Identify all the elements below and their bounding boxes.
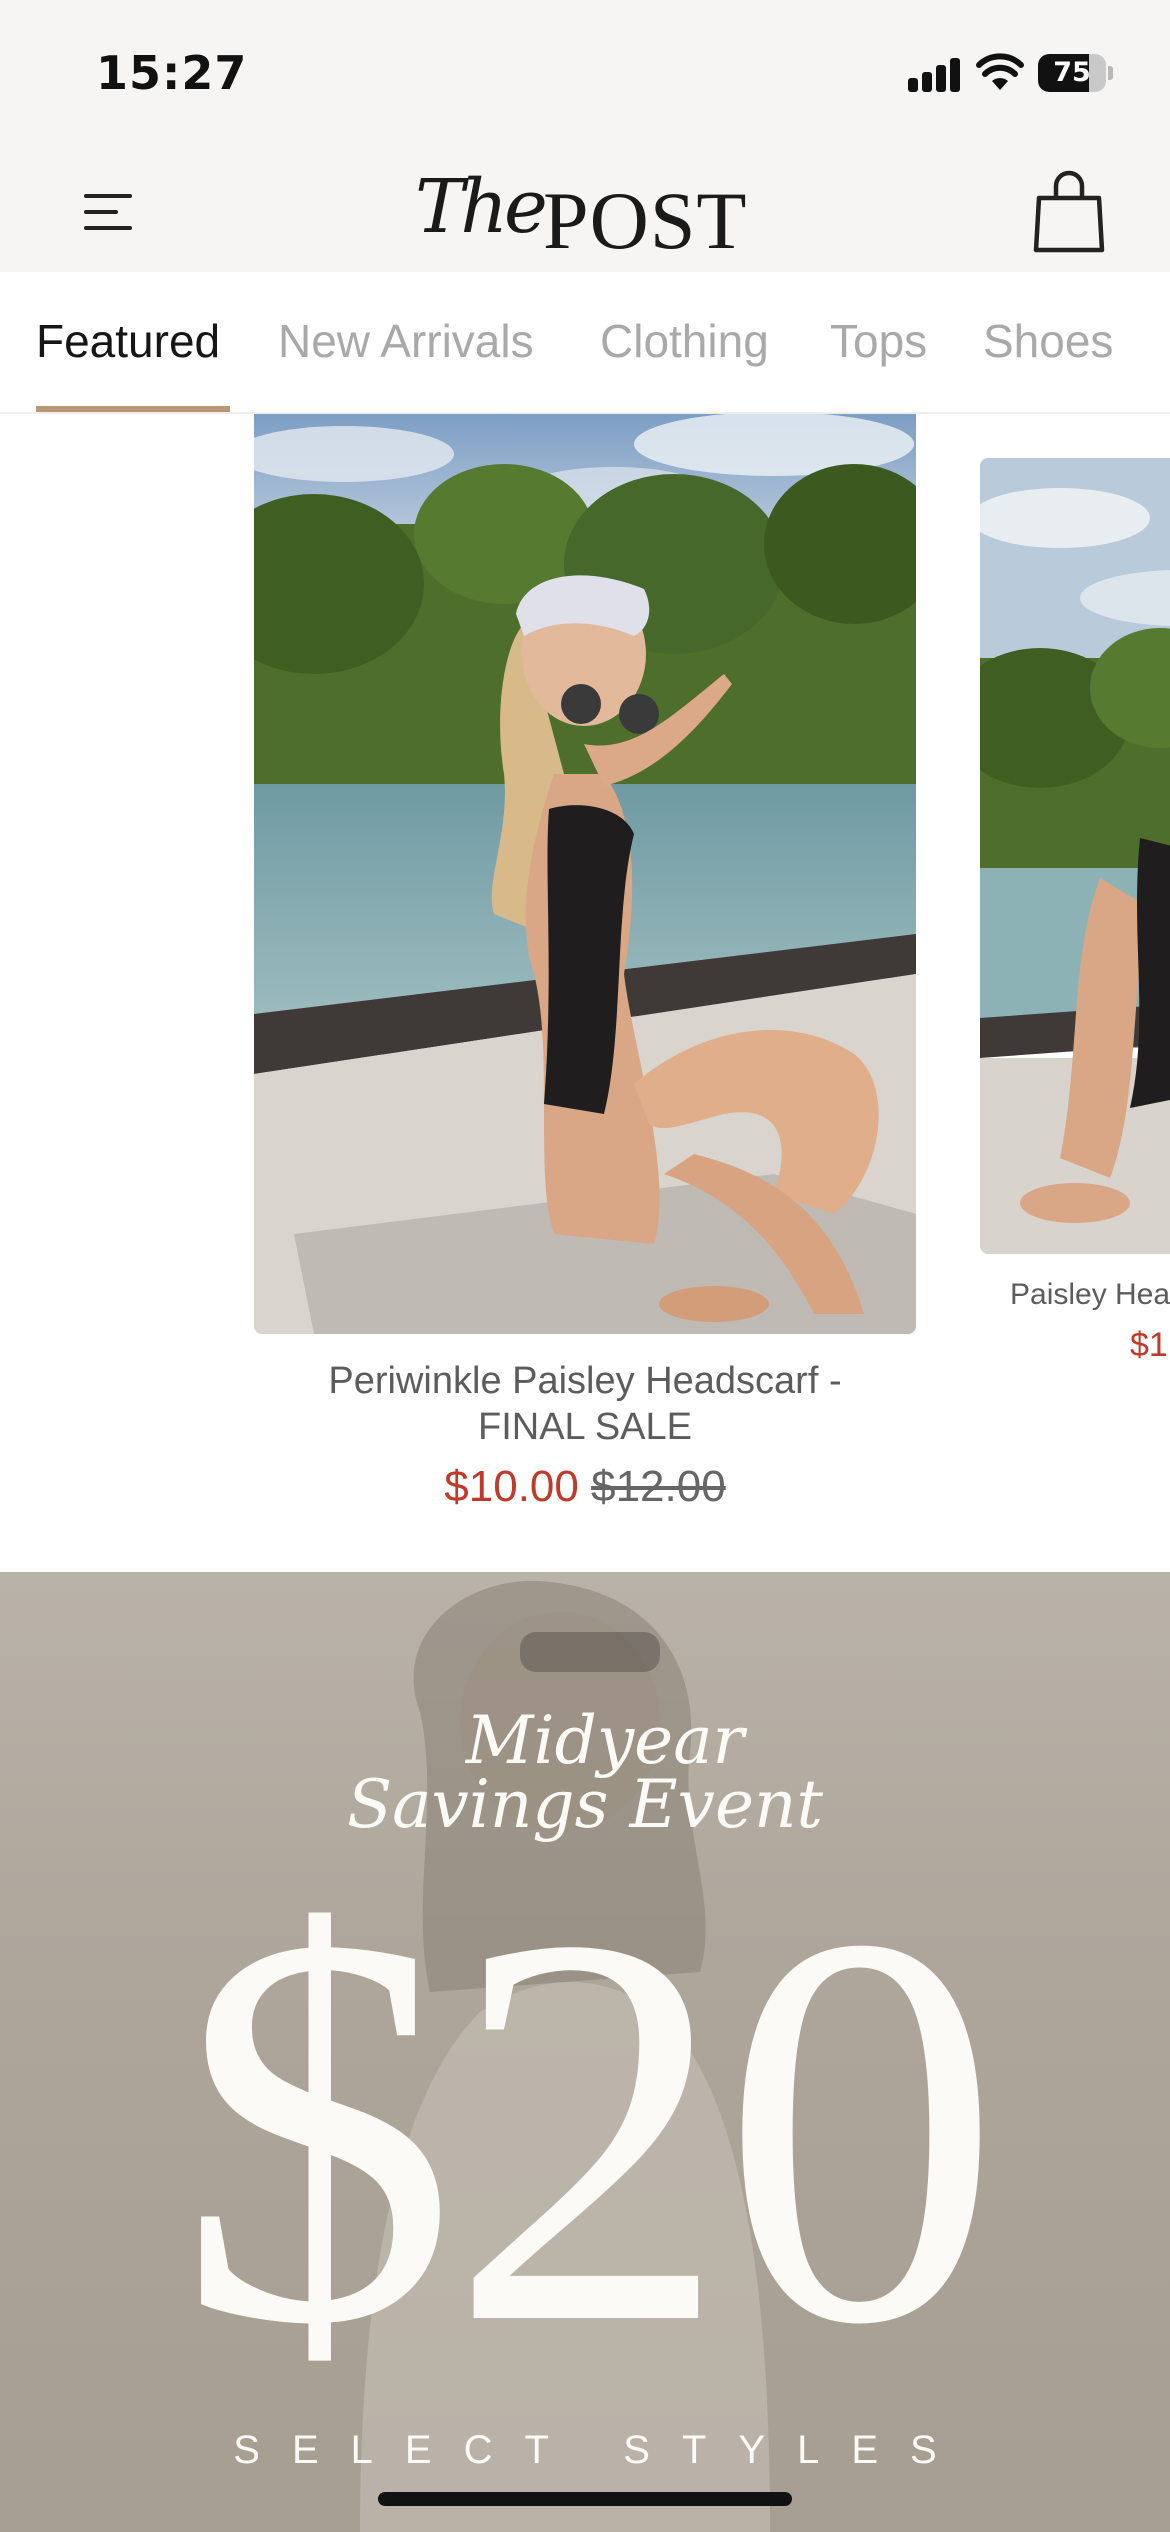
tab-clothing[interactable]: Clothing — [600, 314, 769, 368]
sale-price: $10.00 — [444, 1462, 579, 1511]
original-price: $12.00 — [591, 1462, 726, 1511]
logo-script: The — [415, 164, 548, 250]
shopping-bag-icon[interactable] — [1032, 168, 1106, 254]
status-bar: 15:27 75 — [0, 0, 1170, 150]
logo-word: POST — [543, 175, 748, 266]
status-time: 15:27 — [96, 46, 248, 100]
tab-shoes[interactable]: Shoes — [983, 314, 1113, 368]
tab-featured[interactable]: Featured — [36, 314, 220, 368]
app-header: The POST — [0, 150, 1170, 272]
promo-subline: SELECT STYLES — [233, 2428, 969, 2472]
product-title[interactable]: Paisley Hea — [980, 1278, 1170, 1312]
logo[interactable]: The POST — [415, 160, 755, 266]
active-tab-indicator — [36, 406, 230, 412]
product-image[interactable] — [980, 458, 1170, 1254]
product-price: $10.00 $12.00 — [254, 1462, 916, 1512]
signal-icon — [908, 56, 962, 92]
product-price: $1( — [980, 1326, 1170, 1365]
promo-headline: $20 — [177, 1820, 1001, 2440]
promo-banner[interactable]: Midyear Savings Event $20 SELECT STYLES — [0, 1572, 1170, 2532]
category-tabs: Featured New Arrivals Clothing Tops Shoe… — [0, 272, 1170, 414]
home-indicator[interactable] — [378, 2492, 792, 2506]
product-image[interactable] — [254, 414, 916, 1334]
menu-icon[interactable] — [72, 180, 142, 240]
tab-new-arrivals[interactable]: New Arrivals — [278, 314, 534, 368]
product-carousel[interactable]: Periwinkle Paisley Headscarf - FINAL SAL… — [0, 414, 1170, 1572]
wifi-icon — [976, 53, 1024, 90]
battery-icon: 75 — [1038, 54, 1113, 92]
product-card[interactable]: Paisley Hea $1( — [980, 458, 1170, 1458]
product-card[interactable]: Periwinkle Paisley Headscarf - FINAL SAL… — [254, 414, 916, 1514]
tab-tops[interactable]: Tops — [830, 314, 927, 368]
product-title[interactable]: Periwinkle Paisley Headscarf - FINAL SAL… — [254, 1358, 916, 1450]
battery-percent: 75 — [1053, 57, 1091, 88]
sale-price: $1( — [1130, 1326, 1170, 1364]
